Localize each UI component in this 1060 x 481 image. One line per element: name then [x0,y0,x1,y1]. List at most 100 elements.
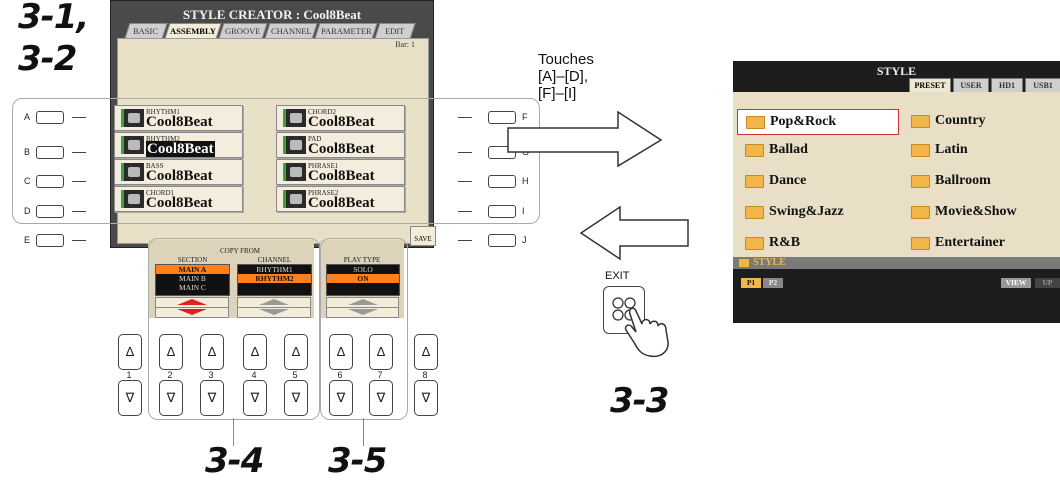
side-button-b[interactable] [36,146,64,159]
save-button[interactable]: SAVE [410,226,436,246]
folder-entertainer[interactable]: Entertainer [903,231,1060,255]
tab-edit[interactable]: EDIT [374,23,416,39]
tab-basic[interactable]: BASIC [124,23,168,39]
down-button-4[interactable]: ∇ [243,380,267,416]
screen-title: STYLE CREATOR : Cool8Beat [182,7,362,22]
leader-line [458,181,472,182]
leader-line [458,211,472,212]
folder-icon [911,237,930,250]
tab-hd1[interactable]: HD1 [991,78,1023,93]
folder-icon [911,115,930,128]
button-label-c: C [24,176,31,186]
right-arrow-icon [507,110,663,168]
leader-line [72,181,86,182]
folder-icon [745,175,764,188]
style-select-screen: STYLE PRESET USER HD1 USB1 Pop&Rock Coun… [733,61,1060,323]
folder-movie-show[interactable]: Movie&Show [903,200,1060,224]
side-button-h[interactable] [488,175,516,188]
leader-line [458,152,472,153]
leader-line-3-4 [233,418,234,446]
leader-line [458,240,472,241]
up-button-7[interactable]: ∆ [369,334,393,370]
folder-dance[interactable]: Dance [737,169,897,193]
step-label-3-4: 3-4 [205,441,264,481]
button-label-i: I [522,206,525,216]
folder-ballad[interactable]: Ballad [737,138,897,162]
button-number-6: 6 [337,370,343,380]
tab-assembly[interactable]: ASSEMBLY [164,23,222,39]
up-button-2[interactable]: ∆ [159,334,183,370]
down-button-2[interactable]: ∇ [159,380,183,416]
leader-line [458,117,472,118]
down-button-8[interactable]: ∇ [414,380,438,416]
button-label-j: J [522,235,527,245]
tab-preset[interactable]: PRESET [909,78,951,93]
step-label-3-1: 3-1, [18,0,89,37]
view-button[interactable]: VIEW [1001,278,1031,288]
side-button-d[interactable] [36,205,64,218]
side-button-i[interactable] [488,205,516,218]
up-button-8[interactable]: ∆ [414,334,438,370]
down-button-3[interactable]: ∇ [200,380,224,416]
down-button-6[interactable]: ∇ [329,380,353,416]
button-number-3: 3 [208,370,214,380]
down-button-7[interactable]: ∇ [369,380,393,416]
up-button-4[interactable]: ∆ [243,334,267,370]
button-number-4: 4 [251,370,257,380]
style-screen-title: STYLE [876,64,917,78]
folder-icon [745,237,764,250]
button-number-1: 1 [126,370,132,380]
folder-pop-rock[interactable]: Pop&Rock [737,109,899,135]
leader-line [72,240,86,241]
tab-user[interactable]: USER [953,78,989,93]
folder-icon [911,175,930,188]
folder-icon [745,206,764,219]
button-label-h: H [522,176,529,186]
folder-latin[interactable]: Latin [903,138,1060,162]
button-label-d: D [24,206,31,216]
side-button-j[interactable] [488,234,516,247]
left-arrow-icon [579,205,689,261]
folder-path: STYLE [753,257,786,268]
button-number-8: 8 [422,370,428,380]
side-button-a[interactable] [36,111,64,124]
pointing-hand-icon [624,307,669,358]
folder-ballroom[interactable]: Ballroom [903,169,1060,193]
note-line-1: Touches [538,51,594,68]
page-button-p1[interactable]: P1 [741,278,761,288]
note-line-3: [F]–[I] [538,85,577,102]
folder-r-b[interactable]: R&B [737,231,897,255]
up-button-5[interactable]: ∆ [284,334,308,370]
note-line-2: [A]–[D], [538,68,589,85]
up-button-3[interactable]: ∆ [200,334,224,370]
folder-country[interactable]: Country [903,109,1060,133]
step-label-3-2: 3-2 [18,39,77,79]
folder-swing-jazz[interactable]: Swing&Jazz [737,200,897,224]
up-button-6[interactable]: ∆ [329,334,353,370]
leader-line-3-5 [363,418,364,446]
tab-usb1[interactable]: USB1 [1025,78,1060,93]
bar-indicator: Bar: 1 [395,40,415,49]
leader-line [72,211,86,212]
down-button-1[interactable]: ∇ [118,380,142,416]
page-button-p2[interactable]: P2 [763,278,783,288]
step-label-3-5: 3-5 [328,441,387,481]
button-number-5: 5 [292,370,298,380]
tab-groove[interactable]: GROOVE [218,23,268,39]
exit-label: EXIT [605,270,630,282]
button-label-b: B [24,147,31,157]
folder-icon [745,144,764,157]
tab-parameter[interactable]: PARAMETER [314,23,378,39]
tab-channel[interactable]: CHANNEL [264,23,318,39]
folder-icon [911,206,930,219]
up-button[interactable]: UP [1035,278,1060,288]
folder-icon [746,116,765,129]
leader-line [72,117,86,118]
folder-path-bar: STYLE [733,257,1060,269]
down-button-5[interactable]: ∇ [284,380,308,416]
side-button-e[interactable] [36,234,64,247]
up-button-1[interactable]: ∆ [118,334,142,370]
step-label-3-3: 3-3 [610,381,669,421]
button-label-e: E [24,235,31,245]
side-button-c[interactable] [36,175,64,188]
